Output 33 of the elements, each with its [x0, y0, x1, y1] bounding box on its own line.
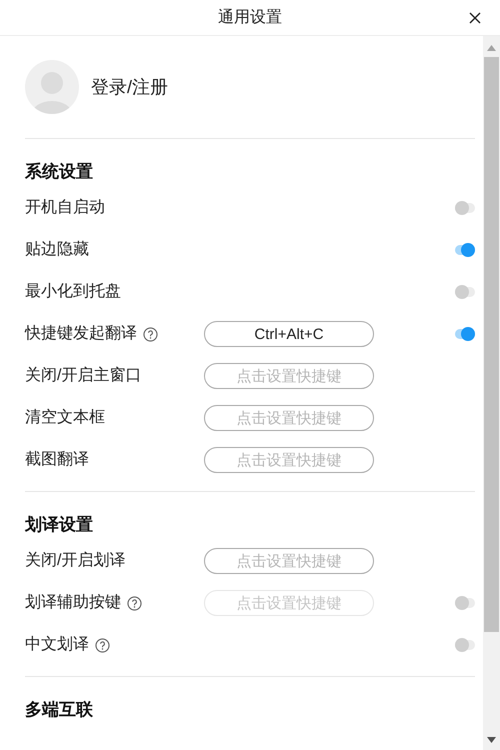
section-title: 多端互联	[25, 699, 94, 721]
setting-label: 快捷键发起翻译	[25, 324, 137, 344]
toggle-switch[interactable]	[455, 201, 475, 215]
setting-label: 最小化到托盘	[25, 282, 121, 302]
scrollbar-thumb[interactable]	[484, 57, 499, 632]
shortcut-field[interactable]: 点击设置快捷键	[204, 548, 374, 574]
setting-label: 划译辅助按键	[25, 592, 121, 613]
shortcut-field[interactable]: 点击设置快捷键	[204, 447, 374, 473]
toggle-switch[interactable]	[455, 327, 475, 341]
toggle-switch[interactable]	[455, 285, 475, 299]
help-icon[interactable]	[143, 326, 158, 342]
section-title: 系统设置	[25, 161, 94, 183]
avatar-icon[interactable]	[25, 60, 79, 114]
setting-label: 截图翻译	[25, 450, 89, 470]
section-title: 划译设置	[25, 514, 94, 536]
setting-label: 开机自启动	[25, 198, 105, 218]
setting-label: 关闭/开启划译	[25, 550, 126, 571]
setting-label: 关闭/开启主窗口	[25, 366, 142, 386]
help-icon[interactable]	[95, 638, 110, 652]
scrollbar[interactable]	[483, 36, 500, 750]
toggle-switch[interactable]	[455, 638, 475, 652]
shortcut-field[interactable]: 点击设置快捷键	[204, 363, 374, 389]
toggle-switch[interactable]	[455, 243, 475, 257]
setting-label: 贴边隐藏	[25, 240, 89, 260]
window-title: 通用设置	[218, 8, 282, 28]
scroll-down-icon[interactable]	[487, 737, 496, 743]
shortcut-field[interactable]: 点击设置快捷键	[204, 405, 374, 431]
login-link[interactable]: 登录/注册	[91, 74, 168, 100]
setting-label: 中文划译	[25, 634, 89, 655]
close-icon[interactable]	[468, 11, 482, 25]
scroll-up-icon[interactable]	[487, 45, 496, 51]
setting-label: 清空文本框	[25, 408, 105, 428]
shortcut-field[interactable]: Ctrl+Alt+C	[204, 321, 374, 347]
